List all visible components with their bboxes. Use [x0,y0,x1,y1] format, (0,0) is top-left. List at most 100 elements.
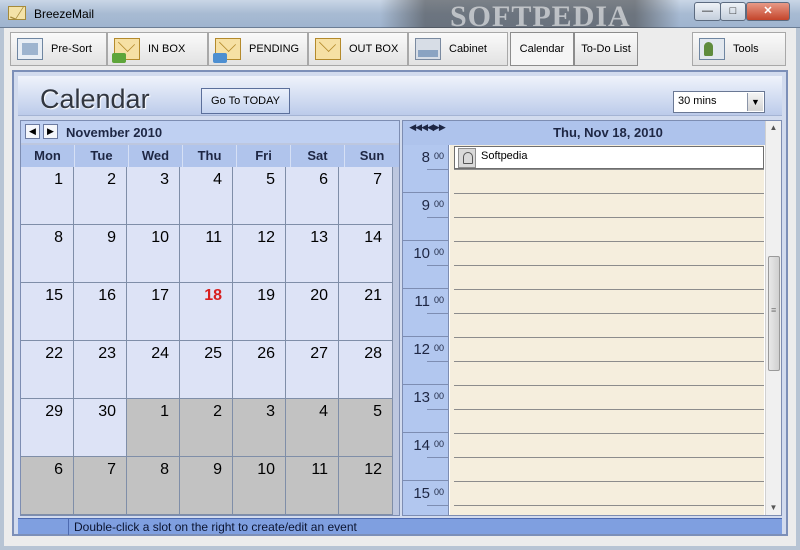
calendar-day[interactable]: 15 [21,283,74,341]
slot-line [454,217,764,218]
month-label: November 2010 [66,125,163,140]
half-hour-tick [427,457,448,458]
calendar-day[interactable]: 8 [127,457,180,515]
slot-line [454,433,764,434]
calendar-day[interactable]: 23 [74,341,127,399]
slot-line [454,313,764,314]
maximize-button[interactable]: □ [720,2,746,21]
calendar-day[interactable]: 14 [339,225,393,283]
day-view-date: Thu, Nov 18, 2010 [553,125,663,140]
calendar-day[interactable]: 18 [180,283,233,341]
day-view-scrollbar[interactable]: ▲ ▼ [765,121,781,515]
day-view: ◀◀◀◀▶▶ Thu, Nov 18, 2010 8 00 9 00 10 00 11 00 1… [402,120,782,516]
calendar-day[interactable]: 1 [127,399,180,457]
go-to-today-button[interactable]: Go To TODAY [201,88,290,114]
chevron-down-icon[interactable]: ▼ [747,93,763,111]
calendar-day[interactable]: 5 [339,399,393,457]
watermark: SOFTPEDIA [380,0,680,33]
presort-label: Pre-Sort [51,43,92,55]
calendar-day[interactable]: 4 [286,399,339,457]
calendar-day[interactable]: 19 [233,283,286,341]
half-hour-tick [427,169,448,170]
outbox-icon [315,38,341,60]
half-hour-tick [427,265,448,266]
calendar-day[interactable]: 24 [127,341,180,399]
calendar-day[interactable]: 26 [233,341,286,399]
scroll-down-icon[interactable]: ▼ [766,501,781,515]
calendar-day[interactable]: 9 [74,225,127,283]
tab-todo-list[interactable]: To-Do List [574,32,638,66]
pending-label: PENDING [249,43,300,55]
calendar-day[interactable]: 3 [127,167,180,225]
calendar-day[interactable]: 25 [180,341,233,399]
month-view: ◀ ▶ November 2010 Mon Tue Wed Thu Fri Sat Sun … [20,120,400,516]
calendar-day[interactable]: 1 [21,167,74,225]
half-hour-tick [427,361,448,362]
calendar-day[interactable]: 22 [21,341,74,399]
calendar-day[interactable]: 10 [233,457,286,515]
calendar-day[interactable]: 2 [180,399,233,457]
scroll-thumb[interactable] [768,256,780,371]
calendar-day[interactable]: 17 [127,283,180,341]
calendar-day[interactable]: 30 [74,399,127,457]
status-text: Double-click a slot on the right to crea… [74,520,357,534]
minute-label: 00 [433,295,444,305]
calendar-day[interactable]: 13 [286,225,339,283]
calendar-day[interactable]: 20 [286,283,339,341]
calendar-day[interactable]: 6 [21,457,74,515]
cabinet-button[interactable]: Cabinet [408,32,508,66]
calendar-day[interactable]: 16 [74,283,127,341]
next-month-button[interactable]: ▶ [43,124,58,139]
hour-label: 15 [413,485,430,502]
calendar-day[interactable]: 8 [21,225,74,283]
tab-calendar[interactable]: Calendar [510,32,574,66]
day-of-week-header: Mon Tue Wed Thu Fri Sat Sun [21,145,399,167]
page-title: Calendar [40,84,150,114]
calendar-day[interactable]: 28 [339,341,393,399]
calendar-panel: Calendar Go To TODAY 30 mins ▼ ◀ ▶ Novem… [12,70,788,536]
slot-line [454,505,764,506]
calendar-day[interactable]: 10 [127,225,180,283]
minimize-button[interactable]: — [694,2,721,21]
calendar-day[interactable]: 12 [233,225,286,283]
title-bar[interactable]: BreezeMail SOFTPEDIA — □ ✕ [0,0,800,33]
calendar-day[interactable]: 27 [286,341,339,399]
inbox-button[interactable]: IN BOX [107,32,208,66]
tools-icon [699,38,725,60]
calendar-day[interactable]: 2 [74,167,127,225]
outbox-button[interactable]: OUT BOX [308,32,408,66]
pending-icon [213,38,241,63]
status-divider [68,519,69,535]
prev-month-button[interactable]: ◀ [25,124,40,139]
hour-label: 9 [421,197,430,214]
calendar-day[interactable]: 7 [74,457,127,515]
dow-thu: Thu [183,145,237,167]
calendar-day[interactable]: 6 [286,167,339,225]
month-grid: 1 2 3 4 5 6 7 8 9 10 11 12 13 14 15 16 17 18 19 20 21 22 23 24 2… [21,167,399,515]
scroll-up-icon[interactable]: ▲ [766,121,781,135]
event-item[interactable]: Softpedia [454,146,764,169]
calendar-day[interactable]: 29 [21,399,74,457]
dow-sun: Sun [359,148,385,163]
tools-button[interactable]: Tools [692,32,786,66]
day-nav-arrows[interactable]: ◀◀◀◀▶▶ [405,122,449,144]
calendar-day[interactable]: 3 [233,399,286,457]
calendar-day[interactable]: 11 [286,457,339,515]
calendar-day[interactable]: 4 [180,167,233,225]
minute-label: 00 [433,151,444,161]
calendar-day[interactable]: 21 [339,283,393,341]
interval-select[interactable]: 30 mins ▼ [673,91,765,113]
close-button[interactable]: ✕ [746,2,790,21]
calendar-day[interactable]: 9 [180,457,233,515]
calendar-day[interactable]: 5 [233,167,286,225]
hour-row: 8 00 [403,145,448,193]
calendar-day[interactable]: 7 [339,167,393,225]
presort-button[interactable]: Pre-Sort [10,32,107,66]
time-slots[interactable]: Softpedia [450,145,764,515]
calendar-day[interactable]: 12 [339,457,393,515]
watermark-text: SOFTPEDIA [450,0,631,33]
hour-row: 13 00 [403,385,448,433]
hour-label: 10 [413,245,430,262]
calendar-day[interactable]: 11 [180,225,233,283]
pending-button[interactable]: PENDING [208,32,308,66]
